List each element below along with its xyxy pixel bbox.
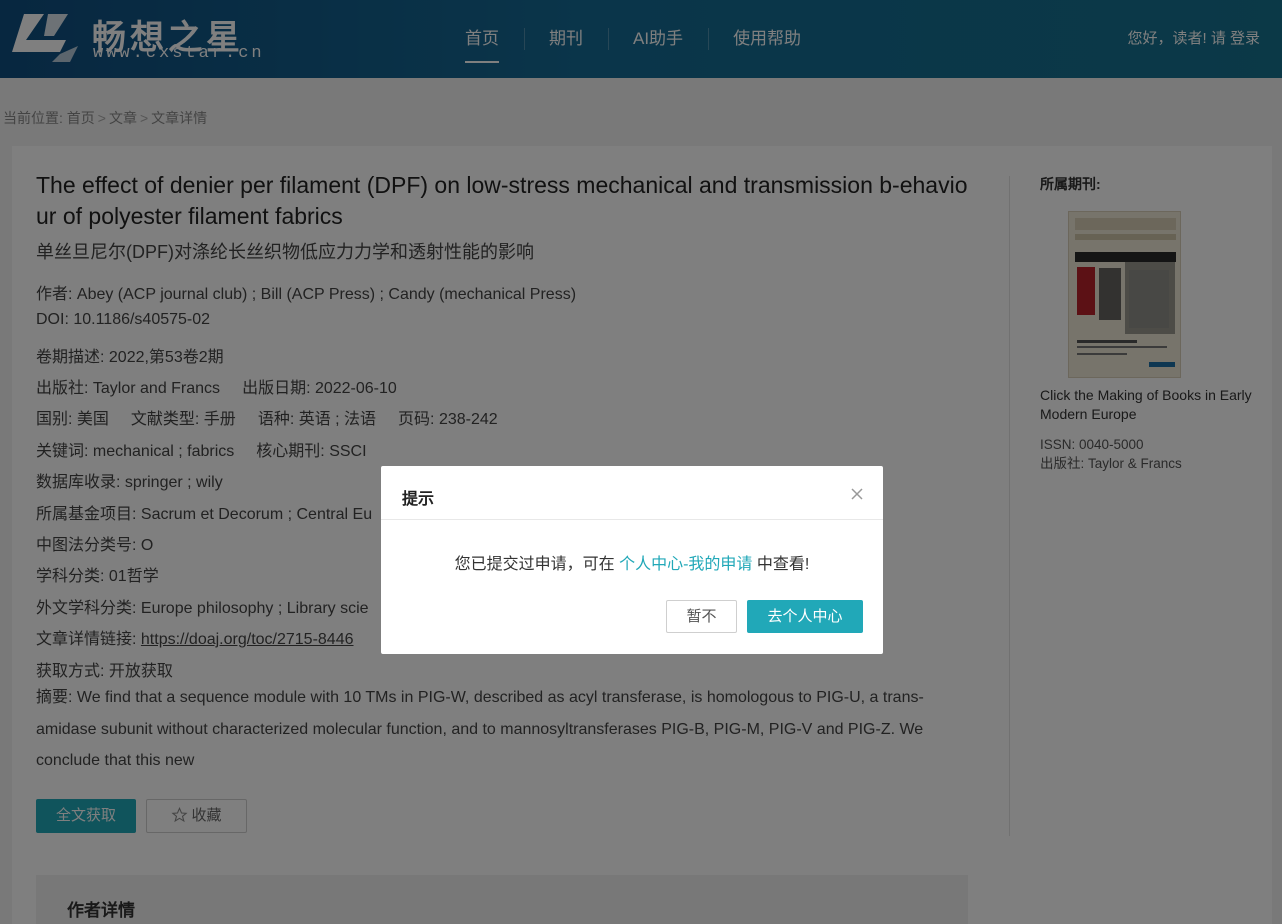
dialog-message-suffix: 中查看! [752, 556, 810, 573]
dialog-message-prefix: 您已提交过申请，可在 [454, 556, 620, 573]
dialog-title: 提示 [402, 491, 435, 508]
close-icon[interactable] [849, 486, 865, 502]
my-applications-link[interactable]: 个人中心-我的申请 [619, 556, 752, 573]
modal-overlay[interactable] [0, 0, 1282, 924]
not-now-button[interactable]: 暂不 [666, 600, 737, 633]
dialog-divider [381, 519, 883, 520]
prompt-dialog: 提示 您已提交过申请，可在 个人中心-我的申请 中查看! 暂不 去个人中心 [381, 466, 883, 654]
dialog-message: 您已提交过申请，可在 个人中心-我的申请 中查看! [381, 550, 883, 574]
go-personal-center-button[interactable]: 去个人中心 [747, 600, 863, 633]
